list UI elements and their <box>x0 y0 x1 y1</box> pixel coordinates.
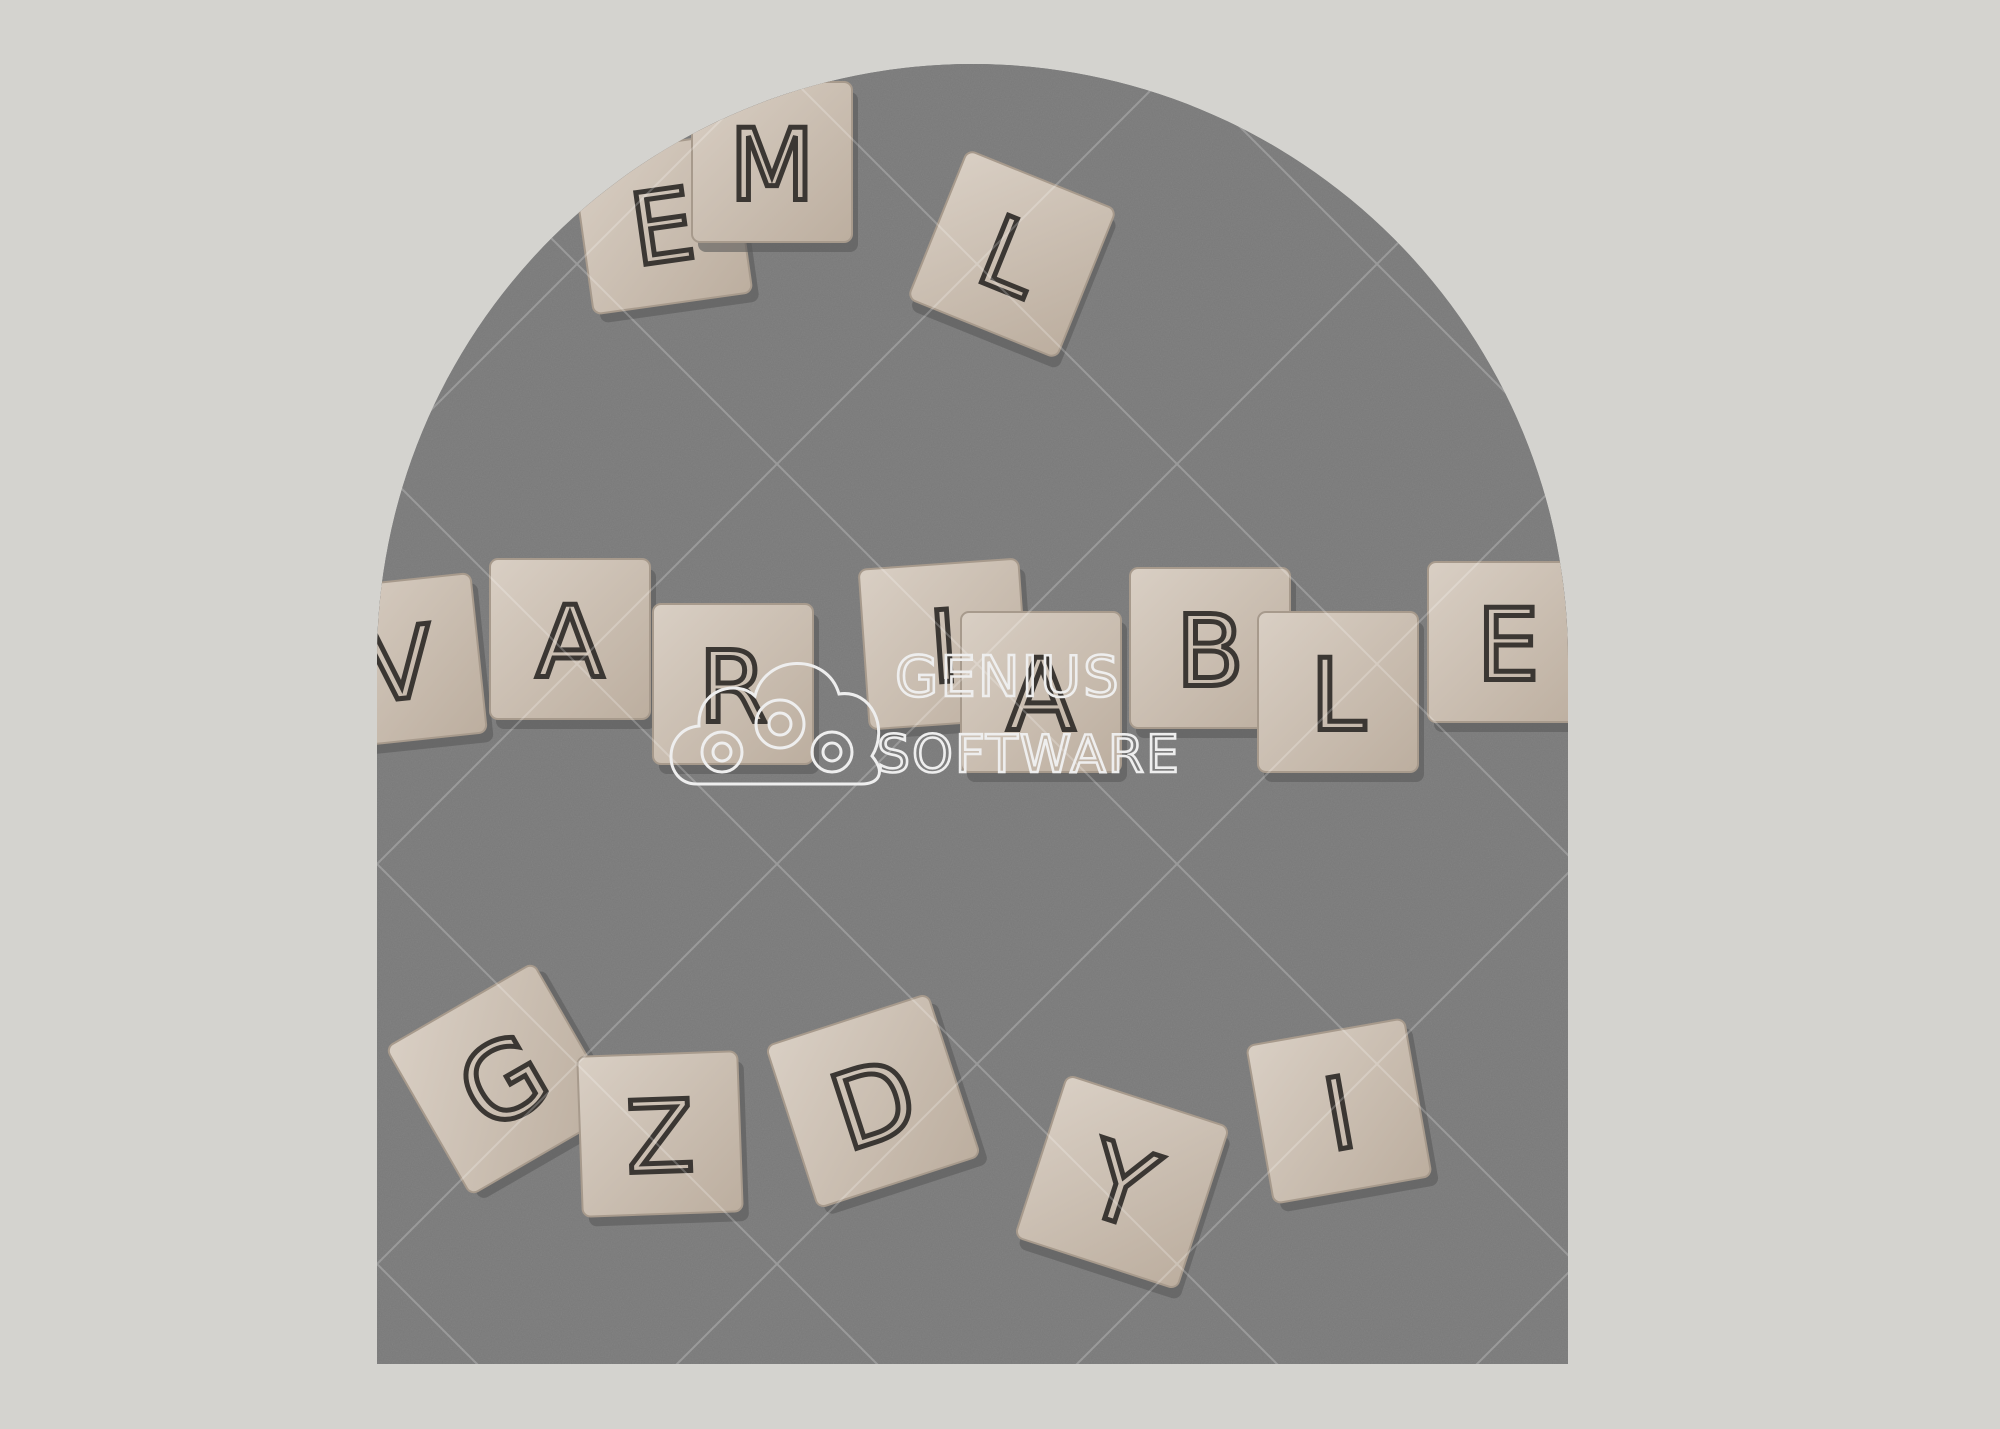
watermark-line-1: GENIUS <box>895 645 1121 710</box>
letter-blocks-photo: EMLVARIABLEGZDYI GENIUS SOFTWARE <box>377 64 1568 1364</box>
watermark-line-2: SOFTWARE <box>877 725 1181 785</box>
watermark-lattice <box>377 64 1568 1364</box>
arched-photo: EMLVARIABLEGZDYI GENIUS SOFTWARE <box>377 64 1568 1364</box>
